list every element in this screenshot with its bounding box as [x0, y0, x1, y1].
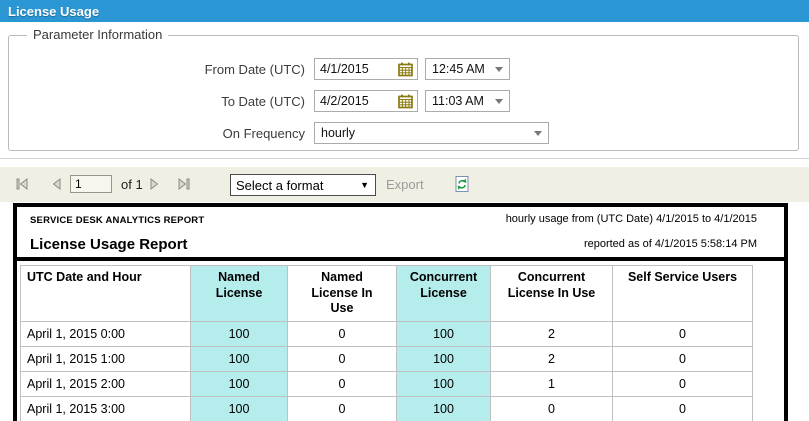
from-time-dropdown[interactable]: 12:45 AM — [425, 58, 510, 80]
report-title: License Usage Report — [30, 236, 204, 253]
column-header: UTC Date and Hour — [21, 266, 191, 322]
chevron-down-icon — [534, 131, 542, 136]
table-cell: 0 — [613, 396, 753, 421]
column-header: Named License — [191, 266, 288, 322]
table-cell: 100 — [191, 396, 288, 421]
parameter-information-panel: Parameter Information From Date (UTC) 4/… — [8, 35, 799, 151]
table-cell: 2 — [491, 321, 613, 346]
export-format-selected-value: Select a format — [231, 178, 360, 193]
table-cell: 100 — [397, 396, 491, 421]
table-row: April 1, 2015 3:00100010000 — [21, 396, 753, 421]
table-cell: April 1, 2015 0:00 — [21, 321, 191, 346]
frequency-row: On Frequency hourly — [9, 122, 549, 144]
first-page-button[interactable] — [14, 177, 30, 196]
from-time-value: 12:45 AM — [426, 62, 485, 76]
column-header: Concurrent License In Use — [491, 266, 613, 322]
table-cell: 2 — [491, 346, 613, 371]
last-page-button[interactable] — [176, 177, 192, 196]
table-cell: 1 — [491, 371, 613, 396]
parameter-panel-legend: Parameter Information — [27, 27, 168, 42]
calendar-icon[interactable] — [398, 62, 413, 82]
report-page: SERVICE DESK ANALYTICS REPORT License Us… — [13, 203, 788, 421]
table-cell: 100 — [191, 321, 288, 346]
table-cell: 100 — [191, 371, 288, 396]
table-cell: 0 — [613, 321, 753, 346]
from-date-value: 4/1/2015 — [315, 62, 369, 76]
to-time-value: 11:03 AM — [426, 94, 484, 108]
license-usage-table: UTC Date and HourNamed LicenseNamed Lice… — [20, 265, 753, 421]
table-cell: 0 — [613, 346, 753, 371]
table-row: April 1, 2015 1:00100010020 — [21, 346, 753, 371]
table-cell: April 1, 2015 1:00 — [21, 346, 191, 371]
column-header: Concurrent License — [397, 266, 491, 322]
table-cell: 100 — [397, 371, 491, 396]
table-row: April 1, 2015 2:00100010010 — [21, 371, 753, 396]
column-header: Self Service Users — [613, 266, 753, 322]
table-cell: 0 — [288, 396, 397, 421]
table-cell: April 1, 2015 3:00 — [21, 396, 191, 421]
table-cell: 0 — [288, 321, 397, 346]
calendar-icon[interactable] — [398, 94, 413, 114]
report-usage-range: hourly usage from (UTC Date) 4/1/2015 to… — [506, 213, 757, 225]
page-count-label: of 1 — [121, 177, 143, 192]
report-header: SERVICE DESK ANALYTICS REPORT License Us… — [17, 207, 784, 261]
table-cell: 0 — [288, 371, 397, 396]
table-row: April 1, 2015 0:00100010020 — [21, 321, 753, 346]
from-date-row: From Date (UTC) 4/1/2015 — [9, 58, 510, 80]
refresh-report-button[interactable] — [453, 175, 471, 198]
chevron-down-icon — [495, 67, 503, 72]
table-cell: 0 — [491, 396, 613, 421]
page-title: License Usage — [0, 4, 99, 19]
table-body: April 1, 2015 0:00100010020April 1, 2015… — [21, 321, 753, 421]
window-title-bar: License Usage — [0, 0, 809, 22]
to-date-label: To Date (UTC) — [9, 94, 314, 109]
to-date-row: To Date (UTC) 4/2/2015 — [9, 90, 510, 112]
to-date-value: 4/2/2015 — [315, 94, 369, 108]
select-arrow-icon: ▼ — [360, 180, 375, 190]
report-toolbar: of 1 Select a format ▼ Export — [0, 167, 809, 202]
horizontal-divider — [0, 158, 809, 159]
export-format-select[interactable]: Select a format ▼ — [230, 174, 376, 196]
table-cell: 0 — [613, 371, 753, 396]
table-header-row: UTC Date and HourNamed LicenseNamed Lice… — [21, 266, 753, 322]
to-date-input[interactable]: 4/2/2015 — [314, 90, 418, 112]
column-header: Named License In Use — [288, 266, 397, 322]
from-date-input[interactable]: 4/1/2015 — [314, 58, 418, 80]
export-link[interactable]: Export — [386, 177, 424, 192]
frequency-value: hourly — [315, 126, 355, 140]
table-cell: 100 — [397, 346, 491, 371]
frequency-dropdown[interactable]: hourly — [314, 122, 549, 144]
table-cell: 100 — [191, 346, 288, 371]
frequency-label: On Frequency — [9, 126, 314, 141]
chevron-down-icon — [495, 99, 503, 104]
next-page-button[interactable] — [148, 177, 161, 196]
current-page-input[interactable] — [70, 175, 112, 193]
to-time-dropdown[interactable]: 11:03 AM — [425, 90, 510, 112]
report-company-line: SERVICE DESK ANALYTICS REPORT — [30, 215, 204, 226]
table-cell: April 1, 2015 2:00 — [21, 371, 191, 396]
table-cell: 0 — [288, 346, 397, 371]
from-date-label: From Date (UTC) — [9, 62, 314, 77]
previous-page-button[interactable] — [50, 177, 63, 196]
report-generated-timestamp: reported as of 4/1/2015 5:58:14 PM — [506, 238, 757, 250]
table-cell: 100 — [397, 321, 491, 346]
